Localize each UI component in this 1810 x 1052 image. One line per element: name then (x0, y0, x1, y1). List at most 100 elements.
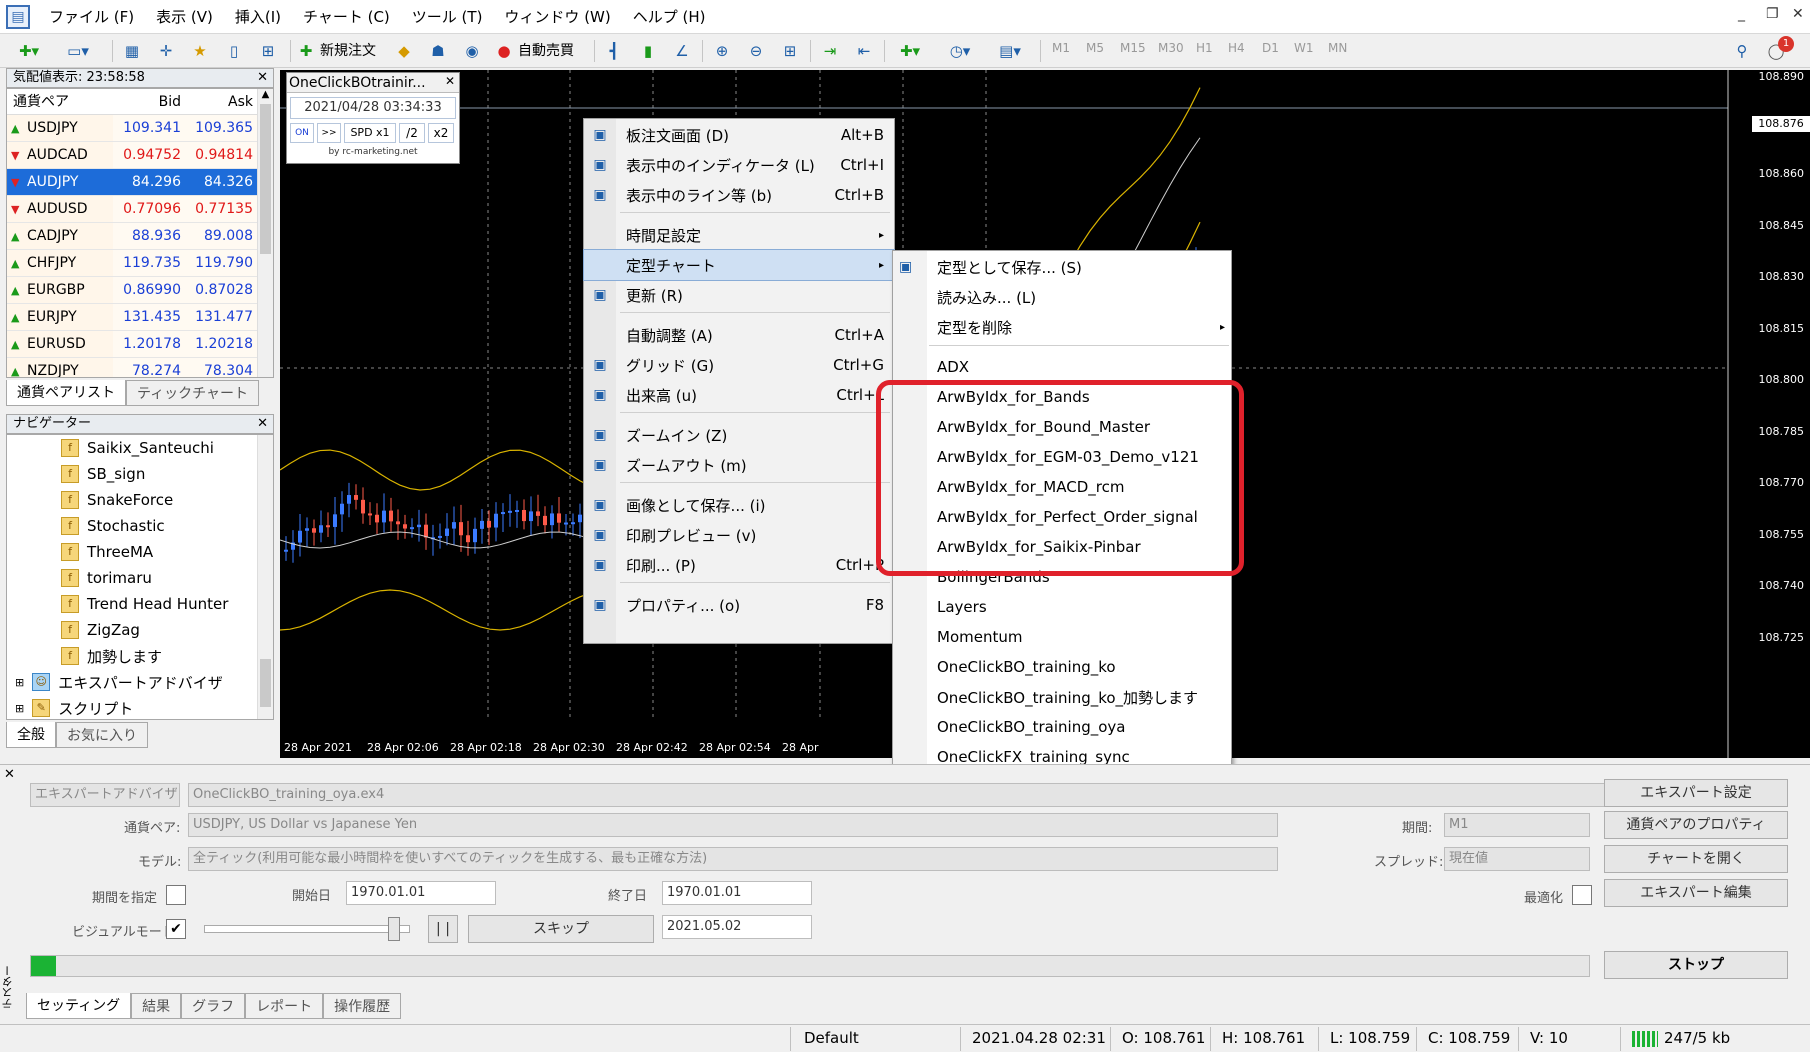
menu-view[interactable]: 表示 (V) (145, 0, 224, 34)
nav-indicator-item[interactable]: f ThreeMA (61, 539, 273, 565)
pair-select[interactable]: USDJPY, US Dollar vs Japanese Yen (188, 813, 1278, 837)
minimize-icon[interactable]: _ (1738, 6, 1745, 22)
context-menu-item[interactable]: 定型チャート ▸ (583, 249, 895, 281)
market-watch-icon[interactable]: ▦ (120, 39, 144, 63)
tf-d1[interactable]: D1 (1262, 41, 1279, 55)
market-row[interactable]: ▲ CHFJPY 119.735 119.790 (7, 250, 273, 277)
menu-insert[interactable]: 挿入(I) (224, 0, 292, 34)
tab-favorites[interactable]: お気に入り (56, 722, 148, 748)
template-menu-item[interactable]: 定型を削除 ▸ (893, 312, 1233, 342)
oc-speed-button[interactable]: SPD x1 (344, 123, 396, 143)
menu-file[interactable]: ファイル (F) (38, 0, 145, 34)
favorites-icon[interactable]: ★ (188, 39, 212, 63)
tf-h1[interactable]: H1 (1196, 41, 1213, 55)
timeframe-select[interactable]: M1 (1444, 813, 1590, 837)
nav-indicator-item[interactable]: f torimaru (61, 565, 273, 591)
navigator-scrollbar[interactable] (257, 435, 273, 719)
tab-tick-chart[interactable]: ティックチャート (126, 380, 260, 406)
tester-tab[interactable]: 結果 (131, 993, 182, 1019)
context-menu-item[interactable]: ▣ 更新 (R) (584, 280, 894, 310)
template-menu-item[interactable]: OneClickBO_training_ko_加勢します (893, 682, 1233, 712)
nav-indicator-item[interactable]: f SnakeForce (61, 487, 273, 513)
menu-window[interactable]: ウィンドウ (W) (493, 0, 621, 34)
expert-select[interactable]: OneClickBO_training_oya.ex4 (188, 783, 1608, 807)
model-select[interactable]: 全ティック(利用可能な最小時間枠を使いすべてのティックを生成する、最も正確な方法… (188, 847, 1278, 871)
context-menu-item[interactable]: ▣ ズームイン (Z) (584, 420, 894, 450)
auto-trade-button[interactable]: 自動売買 (518, 39, 574, 63)
symbol-cell[interactable]: ▲ CADJPY (7, 223, 113, 249)
close-icon[interactable]: ✕ (257, 69, 268, 87)
context-menu-item[interactable]: ▣ 画像として保存... (i) (584, 490, 894, 520)
nav-indicator-item[interactable]: f Trend Head Hunter (61, 591, 273, 617)
tf-h4[interactable]: H4 (1228, 41, 1245, 55)
symbol-cell[interactable]: ▲ EURUSD (7, 331, 113, 357)
stop-button[interactable]: ストップ (1604, 951, 1788, 979)
expert-settings-button[interactable]: エキスパート設定 (1604, 779, 1788, 807)
context-menu-item[interactable]: ▣ 印刷プレビュー (v) (584, 520, 894, 550)
context-menu-item[interactable]: ▣ プロパティ... (o) F8 (584, 590, 894, 620)
tf-m1[interactable]: M1 (1052, 41, 1070, 55)
end-date-input[interactable]: 1970.01.01 (662, 881, 812, 905)
new-order-button[interactable]: 新規注文 (320, 39, 376, 63)
oc-half-button[interactable]: /2 (399, 123, 425, 143)
symbol-cell[interactable]: ▼ AUDCAD (7, 142, 113, 168)
context-menu-item[interactable]: 時間足設定 ▸ (584, 220, 894, 250)
tester-type-select[interactable]: エキスパートアドバイザ (30, 783, 180, 807)
skip-button[interactable]: スキップ (468, 915, 654, 943)
template-menu-item[interactable]: ADX (893, 352, 1233, 382)
tile-windows-icon[interactable]: ⊞ (778, 39, 802, 63)
pause-button[interactable]: | | (428, 915, 458, 943)
template-menu-item[interactable]: 読み込み... (L) (893, 282, 1233, 312)
tester-icon[interactable]: ⊞ (256, 39, 280, 63)
template-menu-item[interactable]: ▣ 定型として保存... (S) (893, 252, 1233, 282)
restore-icon[interactable]: ❐ (1766, 6, 1779, 22)
close-icon[interactable]: ✕ (1792, 6, 1804, 22)
tester-tab[interactable]: グラフ (181, 993, 246, 1019)
nav-indicator-item[interactable]: f SB_sign (61, 461, 273, 487)
market-row[interactable]: ▲ CADJPY 88.936 89.008 (7, 223, 273, 250)
search-icon[interactable]: ⚲ (1730, 39, 1754, 63)
terminal-icon[interactable]: ☗ (426, 39, 450, 63)
template-menu-item[interactable]: Layers (893, 592, 1233, 622)
speed-slider[interactable] (204, 925, 410, 933)
context-menu-item[interactable]: ▣ 表示中のライン等 (b) Ctrl+B (584, 180, 894, 210)
market-row[interactable]: ▲ USDJPY 109.341 109.365 (7, 115, 273, 142)
period-spec-checkbox[interactable] (166, 885, 186, 905)
context-menu-item[interactable]: ▣ ズームアウト (m) (584, 450, 894, 480)
context-menu-item[interactable]: 自動調整 (A) Ctrl+A (584, 320, 894, 350)
editor-icon[interactable]: ◆ (392, 39, 416, 63)
new-order-icon[interactable]: ✚ (296, 39, 316, 63)
chart-shift-icon[interactable]: ⇤ (852, 39, 876, 63)
market-row[interactable]: ▲ EURUSD 1.20178 1.20218 (7, 331, 273, 358)
context-menu-item[interactable]: ▣ 表示中のインディケータ (L) Ctrl+I (584, 150, 894, 180)
symbol-cell[interactable]: ▲ CHFJPY (7, 250, 113, 276)
spread-select[interactable]: 現在値 (1444, 847, 1590, 871)
symbol-cell[interactable]: ▼ AUDUSD (7, 196, 113, 222)
start-date-input[interactable]: 1970.01.01 (346, 881, 496, 905)
zoom-out-icon[interactable]: ⊖ (744, 39, 768, 63)
tf-mn[interactable]: MN (1328, 41, 1347, 55)
visual-mode-checkbox[interactable]: ✔ (166, 919, 186, 939)
menu-tools[interactable]: ツール (T) (401, 0, 494, 34)
market-row[interactable]: ▼ AUDUSD 0.77096 0.77135 (7, 196, 273, 223)
oc-double-button[interactable]: x2 (428, 123, 454, 143)
bar-chart-icon[interactable]: ┫ (602, 39, 626, 63)
tester-tab[interactable]: 操作履歴 (323, 993, 402, 1019)
pair-properties-button[interactable]: 通貨ペアのプロパティ (1604, 811, 1788, 839)
nav-expert-advisors[interactable]: ⊞ ☺ エキスパートアドバイザ (7, 669, 273, 695)
tester-tab[interactable]: レポート (245, 993, 324, 1019)
market-row[interactable]: ▲ NZDJPY 78.274 78.304 (7, 358, 273, 377)
expand-icon[interactable]: ⊞ (15, 702, 24, 715)
nav-indicator-item[interactable]: f Saikix_Santeuchi (61, 435, 273, 461)
symbol-cell[interactable]: ▲ EURJPY (7, 304, 113, 330)
template-menu-item[interactable]: OneClickBO_training_oya (893, 712, 1233, 742)
symbol-cell[interactable]: ▲ NZDJPY (7, 358, 113, 377)
col-bid[interactable]: Bid (113, 89, 185, 114)
tf-m30[interactable]: M30 (1158, 41, 1184, 55)
col-ask[interactable]: Ask (185, 89, 257, 114)
tf-m5[interactable]: M5 (1086, 41, 1104, 55)
market-row[interactable]: ▼ AUDCAD 0.94752 0.94814 (7, 142, 273, 169)
indicators-icon[interactable]: ✚▾ (890, 39, 930, 63)
symbol-cell[interactable]: ▼ AUDJPY (7, 169, 113, 195)
profiles-icon[interactable]: ▭▾ (58, 39, 98, 63)
